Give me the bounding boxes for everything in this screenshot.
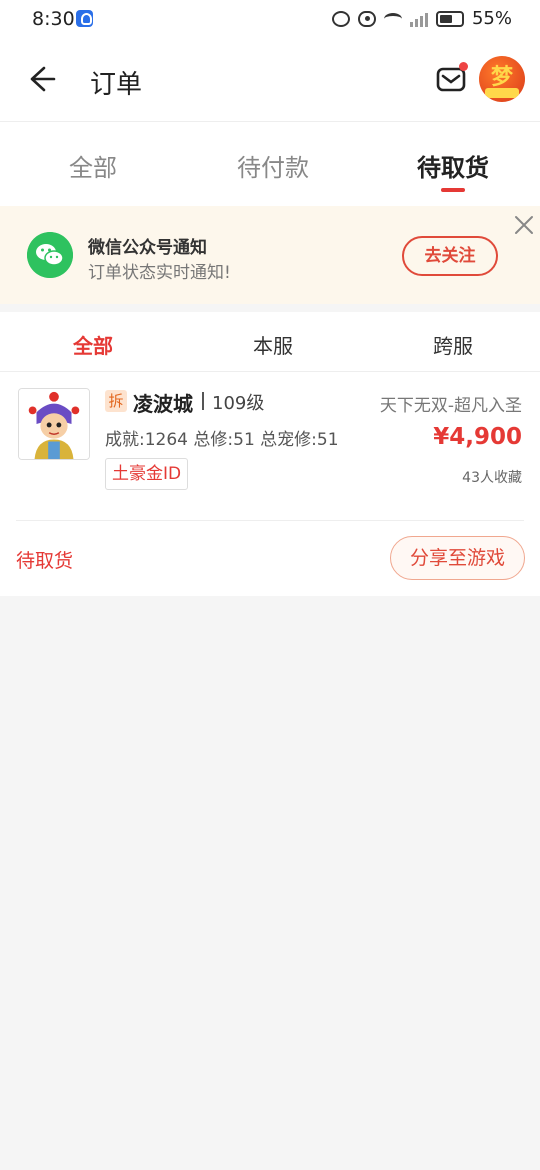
filter-all[interactable]: 全部 — [23, 330, 163, 359]
server-name: 天下无双-超凡入圣 — [379, 396, 522, 416]
name-separator — [202, 392, 204, 410]
share-to-game-button[interactable]: 分享至游戏 — [390, 536, 525, 580]
signal-icon — [409, 11, 428, 27]
speedometer-icon — [331, 10, 350, 27]
tab-pending-payment[interactable]: 待付款 — [203, 148, 343, 183]
card-divider — [16, 520, 524, 521]
active-tab-indicator — [441, 188, 465, 192]
follow-button[interactable]: 去关注 — [402, 236, 498, 276]
filter-cross-server[interactable]: 跨服 — [383, 330, 523, 359]
filter-this-server[interactable]: 本服 — [203, 330, 343, 359]
unread-dot — [459, 62, 468, 71]
character-thumbnail — [18, 388, 90, 460]
order-tabs: 全部 待付款 待取货 — [0, 122, 540, 206]
app-header: 订单 — [0, 40, 540, 122]
avatar-logo-char: 梦 — [491, 64, 514, 90]
avatar-logo-banner — [485, 88, 519, 98]
server-filter-tabs: 全部 本服 跨服 — [0, 312, 540, 372]
status-bar: 8:30 55% — [0, 0, 540, 40]
wechat-notice-banner: 微信公众号通知 订单状态实时通知! 去关注 — [0, 206, 540, 304]
back-arrow-icon[interactable] — [24, 62, 58, 96]
eye-icon — [357, 10, 376, 27]
battery-icon — [435, 10, 464, 27]
avatar[interactable]: 梦 — [479, 56, 525, 102]
split-tag: 拆 — [105, 390, 127, 412]
order-card[interactable]: 拆 凌波城 109级 天下无双-超凡入圣 成就:1264 总修:51 总宠修:5… — [0, 372, 540, 596]
close-icon[interactable] — [513, 214, 535, 236]
wechat-icon — [27, 232, 73, 278]
order-price: ¥4,900 — [433, 424, 522, 450]
notice-title: 微信公众号通知 — [88, 238, 207, 258]
character-stats: 成就:1264 总修:51 总宠修:51 — [105, 430, 339, 450]
page-title: 订单 — [90, 70, 143, 100]
tab-pending-pickup[interactable]: 待取货 — [383, 148, 523, 183]
battery-percent: 55% — [471, 8, 512, 29]
status-time: 8:30 — [32, 8, 75, 30]
favorites-count: 43人收藏 — [462, 470, 522, 486]
order-status: 待取货 — [16, 550, 74, 572]
wifi-icon — [383, 12, 402, 25]
character-school: 凌波城 — [133, 392, 193, 416]
notification-bulb-icon — [76, 10, 93, 27]
character-level: 109级 — [212, 393, 265, 414]
status-icons: 55% — [331, 8, 512, 29]
notice-subtitle: 订单状态实时通知! — [88, 263, 231, 283]
tab-all[interactable]: 全部 — [23, 148, 163, 183]
premium-id-badge: 土豪金ID — [105, 458, 189, 490]
